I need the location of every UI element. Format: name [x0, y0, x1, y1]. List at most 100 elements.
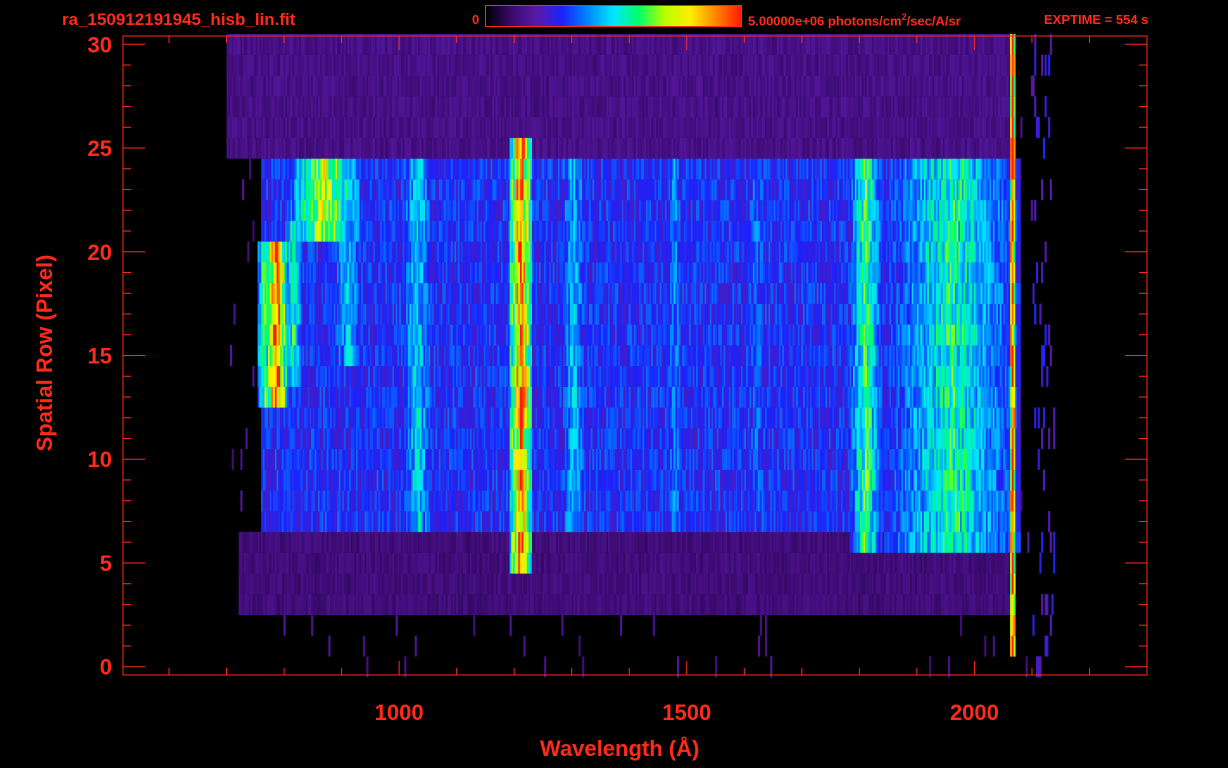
heatmap-cell: [559, 552, 562, 574]
heatmap-cell: [513, 490, 516, 512]
heatmap-cell: [853, 511, 856, 533]
heatmap-cell: [312, 573, 315, 595]
heatmap-cell: [866, 407, 869, 429]
heatmap-cell: [673, 511, 676, 533]
heatmap-cell: [278, 386, 281, 408]
heatmap-cell: [305, 365, 308, 387]
heatmap-cell: [506, 386, 509, 408]
heatmap-cell: [846, 552, 849, 574]
heatmap-cell: [766, 448, 769, 470]
heatmap-cell: [659, 594, 662, 616]
heatmap-cell: [887, 594, 890, 616]
heatmap-cell: [839, 428, 842, 450]
heatmap-cell: [580, 407, 583, 429]
heatmap-cell: [1042, 407, 1045, 429]
heatmap-cell: [305, 531, 308, 553]
heatmap-cell: [953, 552, 956, 574]
heatmap-cell: [513, 531, 516, 553]
heatmap-cell: [506, 552, 509, 574]
heatmap-cell: [720, 594, 723, 616]
heatmap-cell: [419, 469, 422, 491]
heatmap-cell: [499, 594, 502, 616]
heatmap-cell: [692, 469, 695, 491]
heatmap-cell: [412, 407, 415, 429]
heatmap-cell: [720, 448, 723, 470]
heatmap-cell: [359, 386, 362, 408]
heatmap-cell: [266, 531, 269, 553]
heatmap-cell: [673, 552, 676, 574]
heatmap-cell: [1027, 531, 1030, 553]
heatmap-cell: [960, 469, 963, 491]
heatmap-cell: [839, 448, 842, 470]
heatmap-cell: [406, 407, 409, 429]
heatmap-cell: [385, 386, 388, 408]
heatmap-cell: [485, 428, 488, 450]
heatmap-cell: [331, 448, 334, 470]
heatmap-cell: [666, 511, 669, 533]
heatmap-cell: [806, 428, 809, 450]
heatmap-cell: [746, 531, 749, 553]
heatmap-cell: [626, 469, 629, 491]
heatmap-cell: [480, 511, 483, 533]
heatmap-cell: [806, 531, 809, 553]
heatmap-cell: [599, 469, 602, 491]
heatmap-cell: [820, 407, 823, 429]
heatmap-cell: [452, 511, 455, 533]
heatmap-cell: [499, 490, 502, 512]
heatmap-cell: [419, 552, 422, 574]
heatmap-cell: [639, 531, 642, 553]
heatmap-cell: [1048, 511, 1051, 533]
heatmap-cell: [866, 469, 869, 491]
heatmap-cell: [459, 448, 462, 470]
heatmap-cell: [626, 407, 629, 429]
heatmap-cell: [1013, 428, 1016, 450]
heatmap-cell: [780, 469, 783, 491]
heatmap-cell: [859, 386, 862, 408]
heatmap-cell: [752, 594, 755, 616]
heatmap-cell: [299, 552, 302, 574]
heatmap-cell: [765, 635, 768, 657]
heatmap-cell: [606, 469, 609, 491]
heatmap-cell: [399, 490, 402, 512]
heatmap-cell: [366, 407, 369, 429]
heatmap-cell: [326, 490, 329, 512]
heatmap-cell: [426, 573, 429, 595]
heatmap-cell: [545, 386, 548, 408]
heatmap-cell: [1013, 552, 1016, 574]
heatmap-cell: [813, 490, 816, 512]
heatmap-cell: [827, 573, 830, 595]
heatmap-cell: [992, 490, 995, 512]
heatmap-cell: [846, 490, 849, 512]
heatmap-cell: [292, 490, 295, 512]
heatmap-cell: [853, 407, 856, 429]
heatmap-cell: [273, 552, 276, 574]
heatmap-cell: [633, 448, 636, 470]
heatmap-cell: [526, 552, 529, 574]
heatmap-cell: [953, 448, 956, 470]
heatmap-cell: [338, 448, 341, 470]
heatmap-cell: [513, 469, 516, 491]
heatmap-cell: [305, 407, 308, 429]
heatmap-cell: [645, 594, 648, 616]
heatmap-cell: [573, 511, 576, 533]
heatmap-cell: [839, 386, 842, 408]
heatmap-cell: [626, 573, 629, 595]
heatmap-cell: [378, 469, 381, 491]
heatmap-cell: [927, 428, 930, 450]
heatmap-cell: [573, 469, 576, 491]
heatmap-cell: [459, 531, 462, 553]
heatmap-cell: [973, 573, 976, 595]
heatmap-cell: [395, 614, 398, 636]
heatmap-cell: [492, 407, 495, 429]
heatmap-cell: [1013, 407, 1016, 429]
heatmap-cell: [820, 531, 823, 553]
heatmap-cell: [759, 573, 762, 595]
heatmap-cell: [473, 407, 476, 429]
heatmap-cell: [960, 490, 963, 512]
heatmap-cell: [473, 490, 476, 512]
heatmap-cell: [692, 531, 695, 553]
heatmap-cell: [506, 594, 509, 616]
heatmap-cell: [338, 490, 341, 512]
heatmap-cell: [373, 469, 376, 491]
heatmap-cell: [992, 594, 995, 616]
